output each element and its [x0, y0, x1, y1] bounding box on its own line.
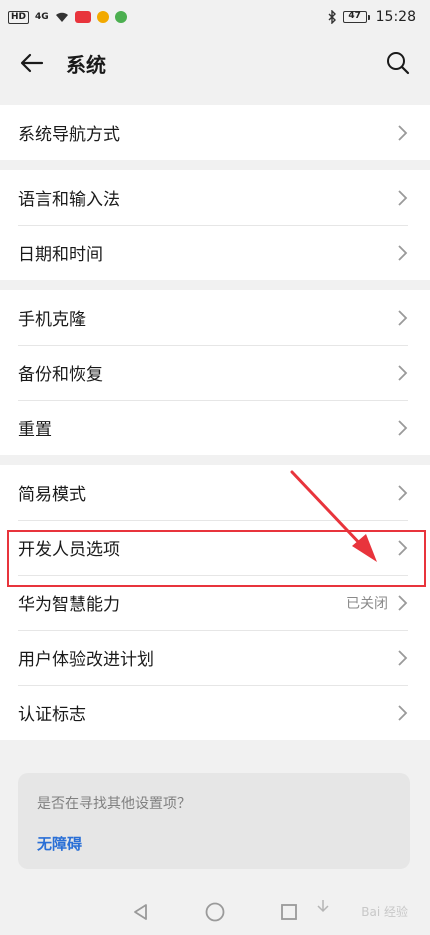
notification-icon: [74, 11, 91, 23]
settings-item-developer-options[interactable]: 开发人员选项: [0, 520, 430, 575]
settings-item-user-experience[interactable]: 用户体验改进计划: [0, 630, 430, 685]
watermark: Bai 经验: [361, 905, 408, 919]
settings-item-label: 日期和时间: [18, 245, 103, 265]
settings-item-label: 用户体验改进计划: [18, 650, 154, 670]
page-title: 系统: [66, 52, 106, 77]
chevron-right-icon: [398, 124, 408, 141]
back-button[interactable]: [18, 49, 46, 77]
chevron-right-icon: [398, 364, 408, 381]
app-bar: 系统: [0, 34, 430, 92]
settings-item-label: 简易模式: [18, 485, 86, 505]
back-arrow-icon: [20, 53, 44, 73]
settings-item-label: 系统导航方式: [18, 125, 120, 145]
settings-item-phone-clone[interactable]: 手机克隆: [0, 290, 430, 345]
settings-item-huawei-intelligence[interactable]: 华为智慧能力 已关闭: [0, 575, 430, 630]
nav-back-button[interactable]: [129, 900, 153, 924]
settings-item-label: 华为智慧能力: [18, 595, 120, 615]
chevron-right-icon: [398, 704, 408, 721]
chevron-right-icon: [398, 539, 408, 556]
settings-item-label: 重置: [18, 420, 52, 440]
settings-item-language-input[interactable]: 语言和输入法: [0, 170, 430, 225]
search-icon: [387, 52, 410, 75]
square-recents-icon: [281, 903, 297, 920]
nav-down-icon: [316, 898, 330, 917]
nav-home-button[interactable]: [203, 900, 227, 924]
chevron-right-icon: [398, 309, 408, 326]
settings-item-label: 手机克隆: [18, 310, 86, 330]
settings-item-label: 认证标志: [18, 705, 86, 725]
hd-badge: HD: [8, 10, 30, 24]
settings-item-date-time[interactable]: 日期和时间: [0, 225, 430, 280]
settings-item-backup-restore[interactable]: 备份和恢复: [0, 345, 430, 400]
settings-item-label: 备份和恢复: [18, 365, 103, 385]
chevron-right-icon: [398, 244, 408, 261]
chevron-right-icon: [398, 649, 408, 666]
status-right: 47 15:28: [327, 9, 416, 25]
status-time: 15:28: [375, 9, 416, 25]
accessibility-link[interactable]: 无障碍: [37, 833, 82, 854]
settings-item-simple-mode[interactable]: 简易模式: [0, 465, 430, 520]
triangle-back-icon: [134, 903, 147, 920]
settings-item-system-navigation[interactable]: 系统导航方式: [0, 105, 430, 160]
suggestion-question: 是否在寻找其他设置项？: [37, 796, 191, 812]
battery-icon: 47: [342, 11, 370, 23]
circle-home-icon: [205, 902, 225, 921]
chevron-right-icon: [398, 484, 408, 501]
settings-item-status: 已关闭: [346, 595, 388, 612]
chevron-right-icon: [398, 189, 408, 206]
settings-group-advanced: 简易模式 开发人员选项 华为智慧能力 已关闭 用户体验改进计划 认证标志: [0, 465, 430, 740]
app-notification-icon: [96, 11, 109, 23]
status-left: HD 4G: [8, 10, 127, 24]
bluetooth-icon: [328, 10, 336, 24]
settings-group-navigation: 系统导航方式: [0, 105, 430, 160]
settings-group-language: 语言和输入法 日期和时间: [0, 170, 430, 280]
suggestion-card: 是否在寻找其他设置项？ 无障碍: [18, 773, 410, 869]
battery-level: 47: [342, 11, 367, 23]
search-button[interactable]: [384, 49, 412, 77]
status-bar: HD 4G 47 15:28: [0, 0, 430, 34]
settings-item-label: 语言和输入法: [18, 190, 120, 210]
app-notification-icon-2: [114, 11, 127, 23]
settings-item-certification-logos[interactable]: 认证标志: [0, 685, 430, 740]
signal-icon: 4G: [35, 12, 49, 22]
settings-item-reset[interactable]: 重置: [0, 400, 430, 455]
settings-item-label: 开发人员选项: [18, 540, 120, 560]
wifi-icon: [55, 12, 68, 22]
nav-recents-button[interactable]: [277, 900, 301, 924]
settings-group-backup: 手机克隆 备份和恢复 重置: [0, 290, 430, 455]
chevron-right-icon: [398, 594, 408, 611]
chevron-right-icon: [398, 419, 408, 436]
settings-list: 系统导航方式 语言和输入法 日期和时间 手机克隆 备份和恢复 重置 简易模式 开…: [0, 95, 430, 750]
